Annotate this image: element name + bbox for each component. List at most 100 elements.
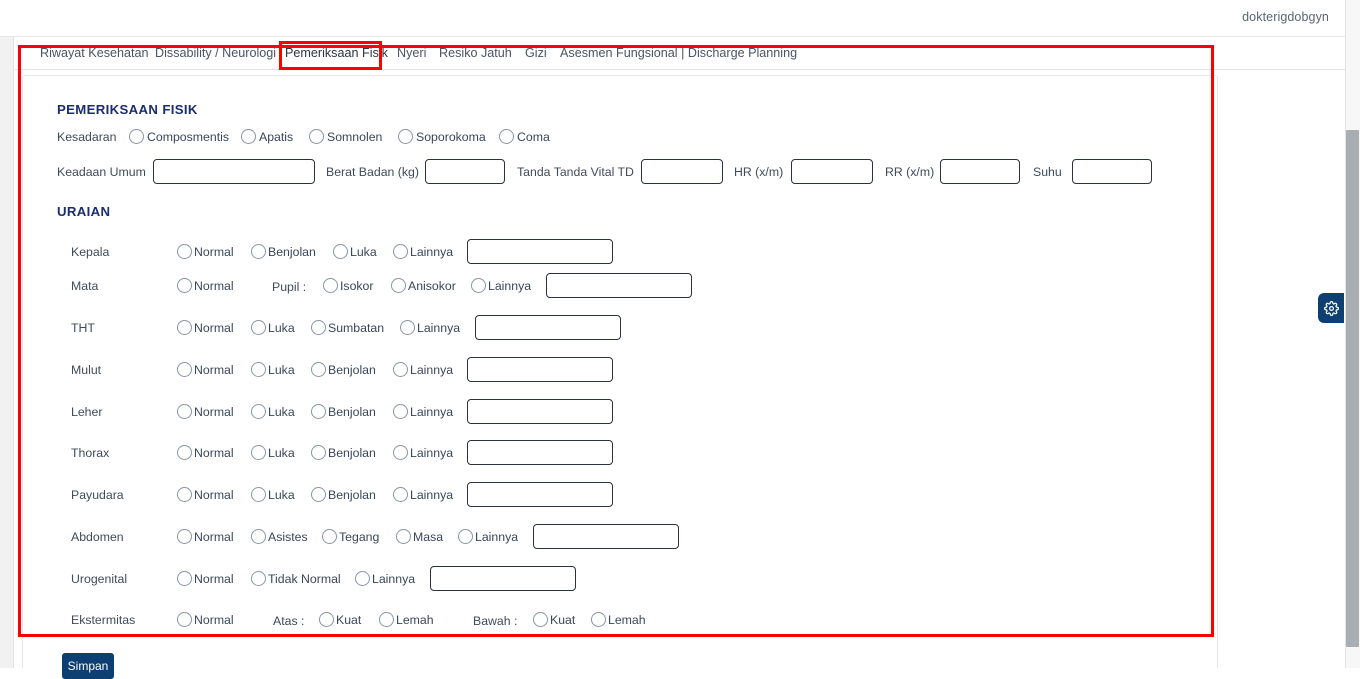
kesadaran-option-label-coma: Coma [517,130,550,144]
row-ekstermitas-radio-lemah-2[interactable] [379,612,394,627]
row-mulut-radio-luka-1[interactable] [251,362,266,377]
tab-gizi[interactable]: Gizi [525,37,547,70]
row-mata-radio-isokor-1[interactable] [323,278,338,293]
tab-resiko-jatuh[interactable]: Resiko Jatuh [439,37,512,70]
top-header-bar: dokterigdobgyn [0,0,1345,37]
vital-label-tanda-tanda-vital-td: Tanda Tanda Vital TD [517,165,634,179]
row-mata-radio-anisokor-2[interactable] [391,278,406,293]
row-abdomen-radio-lainnya-4[interactable] [458,529,473,544]
row-ekstermitas-radio-lemah-4[interactable] [591,612,606,627]
row-mata-option-label-anisokor-2: Anisokor [408,279,456,293]
row-thorax-radio-normal-0[interactable] [177,445,192,460]
scrollbar-thumb[interactable] [1346,130,1359,647]
row-thorax-other-input[interactable] [467,440,613,465]
row-kepala-radio-luka-2[interactable] [333,244,348,259]
row-kepala-radio-lainnya-3[interactable] [393,244,408,259]
row-abdomen-option-label-lainnya-4: Lainnya [475,530,518,544]
vital-label-hr-x-m: HR (x/m) [734,165,783,179]
row-urogenital-option-label-normal-0: Normal [194,572,234,586]
gear-icon[interactable] [1318,293,1344,323]
row-label-abdomen: Abdomen [71,530,124,544]
kesadaran-radio-soporokoma[interactable] [398,129,413,144]
row-mulut-option-label-benjolan-2: Benjolan [328,363,376,377]
row-payudara-other-input[interactable] [467,482,613,507]
row-urogenital-radio-tidak-normal-1[interactable] [251,571,266,586]
kesadaran-radio-apatis[interactable] [241,129,256,144]
kesadaran-radio-coma[interactable] [499,129,514,144]
vital-input-keadaan-umum[interactable] [153,159,315,184]
row-thorax-radio-luka-1[interactable] [251,445,266,460]
row-thorax-radio-benjolan-2[interactable] [311,445,326,460]
row-ekstermitas-radio-normal-0[interactable] [177,612,192,627]
row-mulut-other-input[interactable] [467,357,613,382]
row-abdomen-radio-tegang-2[interactable] [322,529,337,544]
row-urogenital-option-label-lainnya-2: Lainnya [372,572,415,586]
row-mulut-radio-lainnya-3[interactable] [393,362,408,377]
row-abdomen-radio-asistes-1[interactable] [251,529,266,544]
tab-dissability-neurologi[interactable]: Dissability / Neurologi [155,37,276,70]
save-button[interactable]: Simpan [62,653,114,679]
row-abdomen-option-label-tegang-2: Tegang [339,530,379,544]
row-thorax-option-label-normal-0: Normal [194,446,234,460]
row-urogenital-radio-normal-0[interactable] [177,571,192,586]
vital-input-rr-x-m[interactable] [940,159,1020,184]
row-leher-option-label-benjolan-2: Benjolan [328,405,376,419]
page-scrollbar[interactable] [1345,0,1360,668]
row-urogenital-other-input[interactable] [430,566,576,591]
row-abdomen-other-input[interactable] [533,524,679,549]
row-urogenital-radio-lainnya-2[interactable] [355,571,370,586]
row-abdomen-radio-normal-0[interactable] [177,529,192,544]
row-leher-radio-benjolan-2[interactable] [311,404,326,419]
vital-input-tanda-tanda-vital-td[interactable] [641,159,723,184]
row-tht-radio-normal-0[interactable] [177,320,192,335]
row-mulut-radio-normal-0[interactable] [177,362,192,377]
tab-pemeriksaan-fisik[interactable]: Pemeriksaan Fisik [285,37,388,70]
kesadaran-radio-somnolen[interactable] [309,129,324,144]
current-username: dokterigdobgyn [1242,10,1329,24]
row-mata-radio-normal-0[interactable] [177,278,192,293]
kesadaran-radio-composmentis[interactable] [129,129,144,144]
row-label-thorax: Thorax [71,446,109,460]
vital-input-berat-badan-kg[interactable] [425,159,505,184]
row-mata-radio-lainnya-3[interactable] [471,278,486,293]
tab-nyeri[interactable]: Nyeri [397,37,426,70]
row-label-mulut: Mulut [71,363,101,377]
row-kepala-radio-normal-0[interactable] [177,244,192,259]
row-ekstermitas-option-label-kuat-1: Kuat [336,613,361,627]
row-kepala-other-input[interactable] [467,239,613,264]
kesadaran-option-label-somnolen: Somnolen [327,130,382,144]
row-thorax-radio-lainnya-3[interactable] [393,445,408,460]
row-ekstermitas-radio-kuat-3[interactable] [533,612,548,627]
row-mulut-radio-benjolan-2[interactable] [311,362,326,377]
row-sublabel-pupil: Pupil : [272,280,306,294]
vital-input-hr-x-m[interactable] [791,159,873,184]
tab-riwayat-kesehatan[interactable]: Riwayat Kesehatan [40,37,149,70]
tab-asesmen-fungsional-discharge-planning[interactable]: Asesmen Fungsional | Discharge Planning [560,37,797,70]
vital-input-suhu[interactable] [1072,159,1152,184]
row-mata-other-input[interactable] [546,273,692,298]
row-tht-radio-lainnya-3[interactable] [400,320,415,335]
row-leher-radio-lainnya-3[interactable] [393,404,408,419]
row-payudara-radio-normal-0[interactable] [177,487,192,502]
row-payudara-radio-benjolan-2[interactable] [311,487,326,502]
row-abdomen-radio-masa-3[interactable] [396,529,411,544]
row-kepala-radio-benjolan-1[interactable] [251,244,266,259]
vital-label-keadaan-umum: Keadaan Umum [57,165,146,179]
assessment-tabstrip: Riwayat KesehatanDissability / Neurologi… [15,37,1345,70]
row-leher-other-input[interactable] [467,399,613,424]
row-abdomen-option-label-masa-3: Masa [413,530,443,544]
row-leher-radio-normal-0[interactable] [177,404,192,419]
row-leher-radio-luka-1[interactable] [251,404,266,419]
row-ekstermitas-radio-kuat-1[interactable] [319,612,334,627]
row-tht-radio-sumbatan-2[interactable] [311,320,326,335]
row-tht-radio-luka-1[interactable] [251,320,266,335]
row-tht-other-input[interactable] [475,315,621,340]
row-ekstermitas-option-label-lemah-2: Lemah [396,613,434,627]
row-kepala-option-label-lainnya-3: Lainnya [410,245,453,259]
row-payudara-radio-luka-1[interactable] [251,487,266,502]
row-label-urogenital: Urogenital [71,572,127,586]
row-ekstermitas-option-label-lemah-4: Lemah [608,613,646,627]
row-payudara-radio-lainnya-3[interactable] [393,487,408,502]
row-abdomen-option-label-asistes-1: Asistes [268,530,308,544]
vital-label-rr-x-m: RR (x/m) [885,165,934,179]
